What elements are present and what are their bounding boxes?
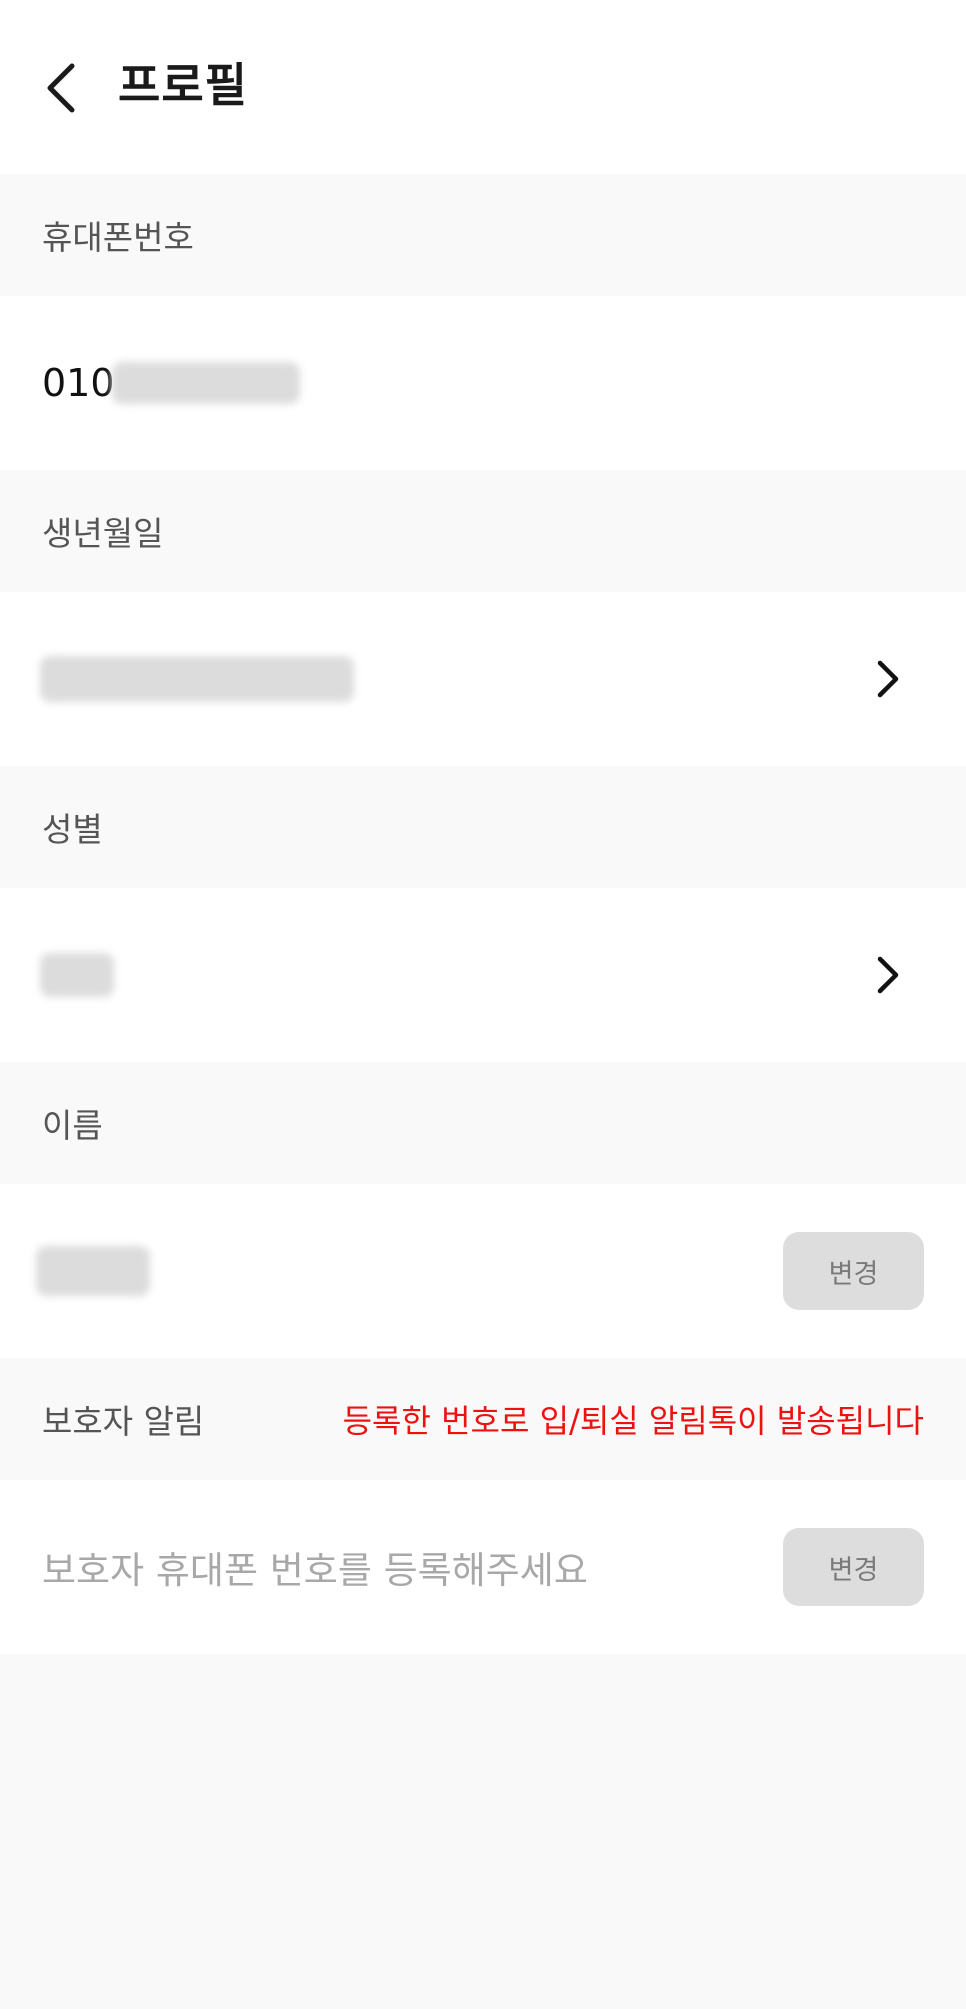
- profile-screen: 프로필 휴대폰번호 010 생년월일 성별 이름 변경 보호자 알림 등록한 번…: [0, 0, 966, 2009]
- birth-chevron[interactable]: [858, 649, 918, 709]
- guardian-label: 보호자 알림: [42, 1402, 205, 1441]
- page-title: 프로필: [118, 58, 248, 112]
- phone-value-redacted: [112, 362, 300, 404]
- phone-section-header: 휴대폰번호: [0, 174, 966, 296]
- birth-value-redacted: [40, 656, 354, 702]
- name-change-button[interactable]: 변경: [783, 1232, 924, 1310]
- gender-section-header: 성별: [0, 766, 966, 888]
- name-section-header: 이름: [0, 1062, 966, 1184]
- birth-section-header: 생년월일: [0, 470, 966, 592]
- gender-row[interactable]: [0, 888, 966, 1062]
- app-header: 프로필: [0, 0, 966, 174]
- name-label: 이름: [42, 1106, 103, 1145]
- birth-row[interactable]: [0, 592, 966, 766]
- guardian-phone-input[interactable]: 보호자 휴대폰 번호를 등록해주세요: [42, 1480, 588, 1654]
- phone-value-prefix: 010: [42, 361, 115, 405]
- phone-row: 010: [0, 296, 966, 470]
- gender-chevron[interactable]: [858, 945, 918, 1005]
- gender-value-redacted: [40, 953, 114, 997]
- chevron-right-icon: [877, 660, 899, 698]
- birth-label: 생년월일: [42, 514, 164, 553]
- guardian-section-header: 보호자 알림 등록한 번호로 입/퇴실 알림톡이 발송됩니다: [0, 1358, 966, 1480]
- name-value-redacted: [36, 1246, 150, 1296]
- phone-label: 휴대폰번호: [42, 218, 194, 257]
- chevron-right-icon: [877, 956, 899, 994]
- name-row: 변경: [0, 1184, 966, 1358]
- chevron-left-icon: [47, 63, 75, 113]
- guardian-change-button[interactable]: 변경: [783, 1528, 924, 1606]
- guardian-notice: 등록한 번호로 입/퇴실 알림톡이 발송됩니다: [342, 1402, 924, 1440]
- guardian-row: 보호자 휴대폰 번호를 등록해주세요 변경: [0, 1480, 966, 1654]
- back-button[interactable]: [30, 48, 90, 128]
- gender-label: 성별: [42, 810, 103, 849]
